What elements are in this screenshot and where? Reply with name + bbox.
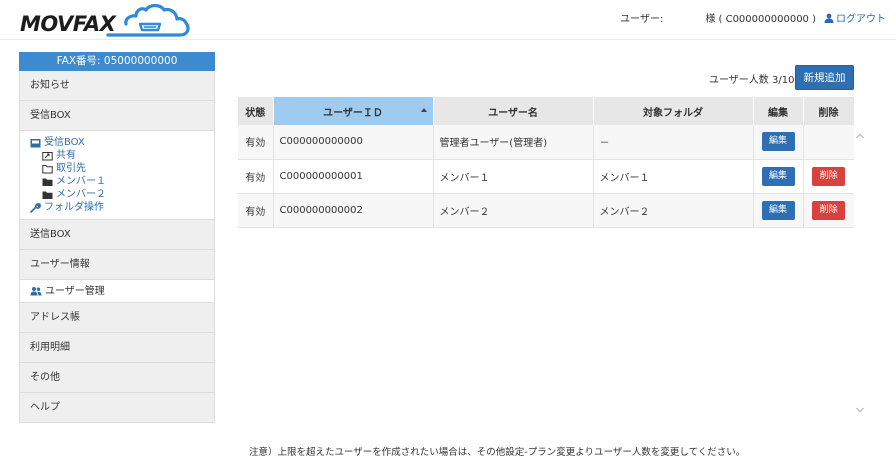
sidebar-item-user-mgmt[interactable]: ユーザー管理 [19,280,215,303]
user-icon [824,13,834,23]
tree-item-clients[interactable]: 取引先 [30,162,214,175]
sidebar-item-notice[interactable]: お知らせ [19,71,215,101]
edit-button[interactable]: 編集 [761,166,795,186]
column-header-edit: 編集 [753,97,804,125]
sidebar-item-help[interactable]: ヘルプ [19,393,215,423]
folder-open-icon [42,164,53,173]
user-area: ユーザー: 様 ( C000000000000 ) ログアウト [620,10,886,25]
user-id-cell: C000000000002 [273,193,434,228]
tree-label: 取引先 [56,163,86,174]
sidebar-item-outbox[interactable]: 送信BOX [19,220,215,250]
users-icon [30,287,42,296]
cloud-fax-icon [106,3,190,37]
scroll-down-icon[interactable] [856,407,864,413]
edit-cell: 編集 [753,193,804,228]
new-user-button[interactable]: 新規追加 [795,65,854,90]
edit-cell: 編集 [753,125,804,160]
column-header-user-name[interactable]: ユーザー名 [433,97,594,125]
column-header-delete: 削除 [803,97,855,125]
sort-ascending-icon [420,108,427,112]
user-label: ユーザー: [620,14,664,25]
status-cell: 有効 [238,193,274,228]
tree-label: 共有 [56,150,76,161]
tree-item-member2[interactable]: メンバー２ [30,188,214,201]
upper-limit-note: 注意）上限を超えたユーザーを作成されたい場合は、その他設定-プラン変更よりユーザ… [249,447,746,458]
user-name-cell: 管理者ユーザー(管理者) [433,125,594,160]
delete-cell: 削除 [803,159,854,194]
movfax-logo[interactable]: MOVFAX [20,3,190,38]
user-name-cell: メンバー２ [433,193,594,228]
user-id-cell: C000000000001 [273,159,434,194]
sidebar-item-inbox[interactable]: 受信BOX [19,101,215,131]
sidebar: FAX番号: 05000000000 お知らせ 受信BOX 受信BOX 共有 取… [19,52,215,423]
status-cell: 有効 [238,125,274,160]
edit-button[interactable]: 編集 [761,132,795,152]
tree-label: フォルダ操作 [44,202,104,213]
scroll-up-icon[interactable] [856,133,864,139]
user-name: 様 ( C000000000000 ) [705,14,816,25]
table-row: 有効 C000000000002 メンバー２ メンバー２ 編集 削除 [238,193,854,228]
user-table: 状態 ユーザーＩＤ ユーザー名 対象フォルダ 編集 削除 有効 C0000000… [238,97,855,228]
folder-cell: － [593,125,754,160]
inbox-tree: 受信BOX 共有 取引先 メンバー１ メンバー２ フォルダ操作 [19,131,215,220]
tree-item-folder-ops[interactable]: フォルダ操作 [30,201,214,214]
edit-cell: 編集 [753,159,804,194]
folder-icon [42,191,53,199]
table-row: 有効 C000000000001 メンバー１ メンバー１ 編集 削除 [238,159,854,194]
delete-cell [803,125,854,160]
tree-item-member1[interactable]: メンバー１ [30,175,214,188]
column-header-status[interactable]: 状態 [238,97,274,125]
tree-label: メンバー１ [56,176,106,187]
status-cell: 有効 [238,159,274,194]
folder-cell: メンバー２ [593,193,754,228]
table-scrollbar[interactable] [854,125,866,425]
table-header-row: 状態 ユーザーＩＤ ユーザー名 対象フォルダ 編集 削除 [238,97,855,125]
tree-item-inbox[interactable]: 受信BOX [30,136,214,149]
column-header-user-id[interactable]: ユーザーＩＤ [273,97,434,125]
logout-link[interactable]: ログアウト [824,10,886,25]
user-name-cell: メンバー１ [433,159,594,194]
table-row: 有効 C000000000000 管理者ユーザー(管理者) － 編集 [238,125,854,160]
logout-label: ログアウト [836,14,886,25]
user-count: ユーザー人数 3/10 [709,75,795,86]
sidebar-item-other[interactable]: その他 [19,363,215,393]
user-id-cell: C000000000000 [273,125,434,160]
shared-folder-icon [42,151,53,160]
delete-button[interactable]: 削除 [812,200,846,220]
delete-cell: 削除 [803,193,854,228]
sidebar-item-address-book[interactable]: アドレス帳 [19,303,215,333]
wrench-icon [30,202,41,213]
delete-button[interactable]: 削除 [812,166,846,186]
header: MOVFAX ユーザー: 様 ( C000000000000 ) ログアウト [0,0,896,40]
sidebar-item-label: ユーザー管理 [45,285,105,297]
user-table-container: 状態 ユーザーＩＤ ユーザー名 対象フォルダ 編集 削除 有効 C0000000… [238,97,867,427]
inbox-icon [30,138,41,147]
column-header-label: ユーザーＩＤ [323,107,383,119]
column-header-folder[interactable]: 対象フォルダ [593,97,754,125]
folder-icon [42,178,53,186]
folder-cell: メンバー１ [593,159,754,194]
tree-label: メンバー２ [56,189,106,200]
edit-button[interactable]: 編集 [761,200,795,220]
tree-label: 受信BOX [44,137,85,148]
sidebar-item-usage[interactable]: 利用明細 [19,333,215,363]
sidebar-item-user-info[interactable]: ユーザー情報 [19,250,215,280]
tree-item-shared[interactable]: 共有 [30,149,214,162]
fax-number-banner: FAX番号: 05000000000 [19,52,215,71]
